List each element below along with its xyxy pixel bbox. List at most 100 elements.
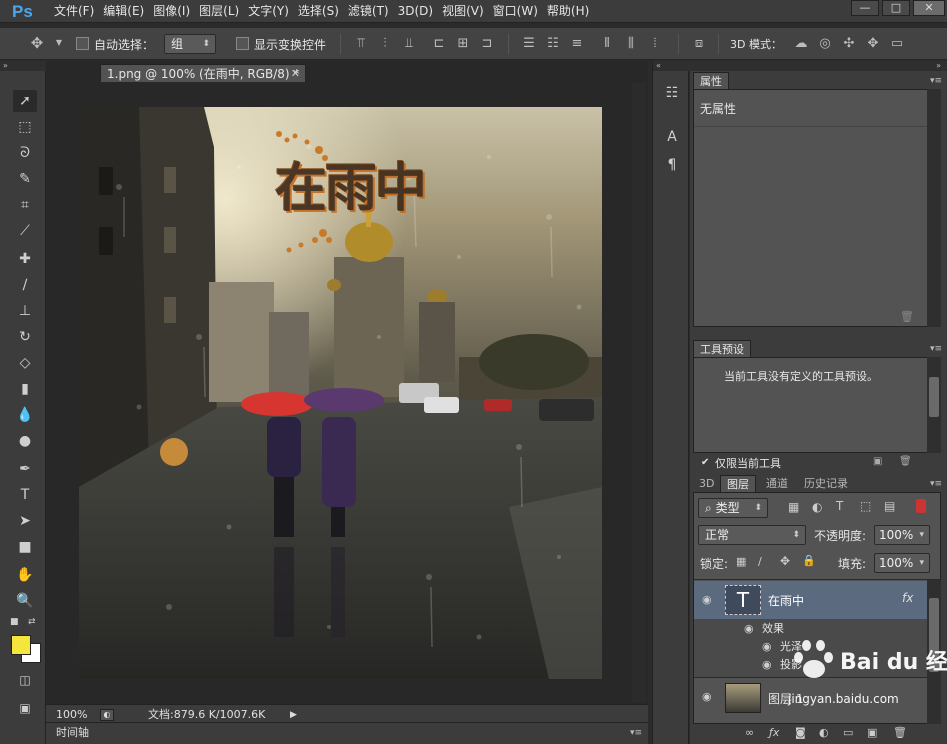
filter-shape-icon[interactable]: ⬚: [860, 499, 871, 513]
add-mask-icon[interactable]: ◙: [795, 726, 806, 739]
trash-icon[interactable]: 🗑: [893, 726, 907, 739]
menu-type[interactable]: 文字(Y): [248, 0, 298, 23]
restore-button[interactable]: □: [882, 0, 910, 16]
distribute-hcenter-icon[interactable]: ⫼: [622, 35, 640, 53]
trash-icon[interactable]: 🗑: [900, 310, 914, 323]
menu-3d[interactable]: 3D(D): [398, 0, 442, 23]
menu-layer[interactable]: 图层(L): [199, 0, 248, 23]
panel-collapse-handle[interactable]: »: [690, 61, 947, 71]
lock-transparent-icon[interactable]: ▦: [736, 555, 746, 568]
show-transform-checkbox[interactable]: [236, 37, 249, 50]
filter-smart-object-icon[interactable]: ▤: [884, 499, 895, 513]
align-vcenter-icon[interactable]: ⫶: [376, 35, 394, 53]
tab-properties[interactable]: 属性: [693, 72, 729, 89]
link-layers-icon[interactable]: ∞: [745, 726, 754, 739]
distribute-top-icon[interactable]: ☰: [520, 35, 538, 53]
status-info-icon[interactable]: ◐: [100, 709, 114, 721]
filter-pixel-icon[interactable]: ▦: [788, 500, 799, 514]
eraser-tool-icon[interactable]: ◇: [13, 352, 37, 374]
menu-help[interactable]: 帮助(H): [547, 0, 598, 23]
properties-scrollbar[interactable]: [927, 89, 941, 327]
filter-adjustment-icon[interactable]: ◐: [812, 500, 822, 514]
eye-icon[interactable]: ◉: [702, 593, 712, 606]
hand-tool-icon[interactable]: ✋: [13, 564, 37, 586]
type-tool-icon[interactable]: T: [13, 484, 37, 506]
distribute-right-icon[interactable]: ⦙: [646, 35, 664, 53]
panel-collapse-handle[interactable]: »: [0, 61, 46, 71]
auto-select-dropdown[interactable]: 组 ⬍: [164, 34, 216, 54]
tab-layers[interactable]: 图层: [720, 475, 756, 492]
checkmark-icon[interactable]: ✔: [701, 457, 709, 468]
filter-toggle-icon[interactable]: [916, 499, 926, 513]
panel-menu-icon[interactable]: ▾≡: [930, 479, 942, 489]
eye-icon[interactable]: ◉: [702, 690, 712, 703]
panel-menu-icon[interactable]: ▾≡: [930, 344, 942, 354]
move-tool-preset-icon[interactable]: ✥: [28, 34, 46, 52]
history-brush-tool-icon[interactable]: ↻: [13, 326, 37, 348]
foreground-color-swatch[interactable]: [11, 635, 31, 655]
lock-image-icon[interactable]: ∕: [758, 555, 762, 568]
eye-icon[interactable]: ◉: [762, 658, 772, 671]
slide-3d-icon[interactable]: ✥: [864, 35, 882, 53]
tab-channels[interactable]: 通道: [760, 475, 794, 492]
align-top-icon[interactable]: ⫪: [352, 35, 370, 53]
healing-brush-tool-icon[interactable]: ✚: [13, 248, 37, 270]
distribute-left-icon[interactable]: ⦀: [598, 35, 616, 53]
crop-tool-icon[interactable]: ⌗: [13, 194, 37, 216]
move-tool-icon[interactable]: ➚: [13, 90, 37, 112]
panel-collapse-handle[interactable]: «: [653, 61, 690, 71]
align-bottom-icon[interactable]: ⫫: [400, 35, 418, 53]
lasso-tool-icon[interactable]: ᘐ: [13, 142, 37, 164]
auto-select-checkbox[interactable]: [76, 37, 89, 50]
clone-stamp-tool-icon[interactable]: ⊥: [13, 300, 37, 322]
screen-mode-icon[interactable]: ▣: [13, 697, 37, 719]
layer-name[interactable]: 在雨中: [768, 592, 804, 609]
panel-menu-icon[interactable]: ▾≡: [630, 723, 642, 743]
menu-select[interactable]: 选择(S): [298, 0, 348, 23]
document-tab[interactable]: 1.png @ 100% (在雨中, RGB/8) * ✕: [100, 64, 306, 82]
blur-tool-icon[interactable]: 💧: [13, 404, 37, 426]
new-preset-icon[interactable]: ▣: [873, 456, 882, 467]
timeline-label[interactable]: 时间轴: [56, 723, 89, 743]
menu-window[interactable]: 窗口(W): [493, 0, 547, 23]
eyedropper-tool-icon[interactable]: ⟋: [13, 220, 37, 242]
trash-icon[interactable]: 🗑: [899, 456, 912, 467]
dodge-tool-icon[interactable]: ●: [13, 430, 37, 452]
quick-mask-icon[interactable]: ◫: [13, 669, 37, 691]
roll-3d-icon[interactable]: ◎: [816, 35, 834, 53]
path-select-tool-icon[interactable]: ➤: [13, 510, 37, 532]
align-right-icon[interactable]: ⊐: [478, 35, 496, 53]
menu-file[interactable]: 文件(F): [54, 0, 103, 23]
pen-tool-icon[interactable]: ✒: [13, 458, 37, 480]
distribute-vcenter-icon[interactable]: ☷: [544, 35, 562, 53]
character-panel-icon[interactable]: A: [662, 127, 682, 147]
layer-filter-dropdown[interactable]: ⌕ 类型 ⬍: [698, 498, 768, 518]
zoom-tool-icon[interactable]: 🔍: [13, 590, 37, 612]
canvas-image[interactable]: 在雨中: [79, 107, 602, 679]
menu-filter[interactable]: 滤镜(T): [348, 0, 398, 23]
new-layer-icon[interactable]: ▣: [867, 726, 877, 739]
brush-tool-icon[interactable]: ∕: [13, 274, 37, 296]
eye-icon[interactable]: ◉: [762, 640, 772, 653]
menu-image[interactable]: 图像(I): [153, 0, 199, 23]
tab-history[interactable]: 历史记录: [798, 475, 854, 492]
lock-all-icon[interactable]: 🔒: [802, 554, 816, 567]
scroll-thumb[interactable]: [929, 377, 939, 417]
new-group-icon[interactable]: ▭: [843, 726, 853, 739]
panel-menu-icon[interactable]: ▾≡: [930, 76, 942, 86]
opacity-field[interactable]: 100% ▾: [874, 525, 930, 545]
default-colors-icon[interactable]: ■: [10, 617, 19, 627]
swap-colors-icon[interactable]: ⇄: [28, 617, 36, 627]
drag-3d-icon[interactable]: ✣: [840, 35, 858, 53]
fill-field[interactable]: 100% ▾: [874, 553, 930, 573]
blend-mode-dropdown[interactable]: 正常 ⬍: [698, 525, 806, 545]
chevron-down-icon[interactable]: ▼: [50, 34, 68, 52]
align-hcenter-icon[interactable]: ⊞: [454, 35, 472, 53]
video-camera-icon[interactable]: ▭: [888, 35, 906, 53]
eye-icon[interactable]: ◉: [744, 622, 754, 635]
filter-type-icon[interactable]: T: [836, 499, 843, 513]
layer-row-selected[interactable]: ◉ T 在雨中 fx: [694, 581, 927, 619]
menu-edit[interactable]: 编辑(E): [103, 0, 153, 23]
lock-position-icon[interactable]: ✥: [780, 554, 790, 568]
marquee-tool-icon[interactable]: ⬚: [13, 116, 37, 138]
